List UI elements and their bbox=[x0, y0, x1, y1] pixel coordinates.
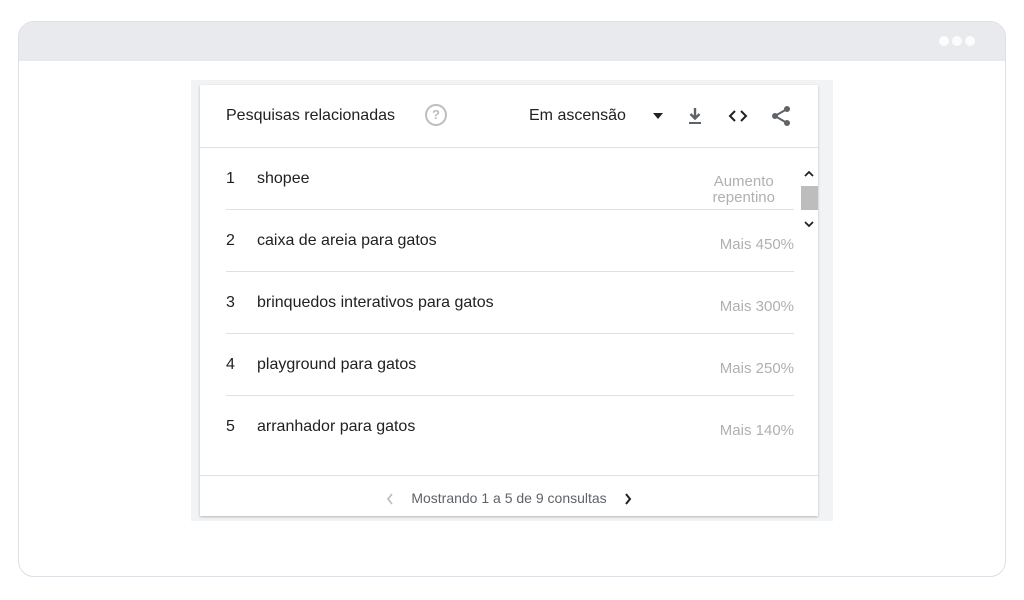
filter-dropdown-label[interactable]: Em ascensão bbox=[529, 107, 626, 125]
window-dot[interactable] bbox=[952, 36, 962, 46]
help-icon[interactable]: ? bbox=[425, 104, 447, 126]
query-row[interactable]: 1 shopee Aumento repentino bbox=[226, 148, 794, 210]
browser-window: Pesquisas relacionadas ? Em ascensão 1 s… bbox=[18, 21, 1006, 577]
query-row[interactable]: 4 playground para gatos Mais 250% bbox=[226, 334, 794, 396]
card-header: Pesquisas relacionadas ? Em ascensão bbox=[200, 85, 818, 148]
window-dot[interactable] bbox=[965, 36, 975, 46]
pagination: Mostrando 1 a 5 de 9 consultas bbox=[200, 490, 818, 506]
row-value: Mais 250% bbox=[719, 360, 794, 377]
row-value: Mais 140% bbox=[719, 422, 794, 439]
pagination-footer: Mostrando 1 a 5 de 9 consultas bbox=[200, 475, 818, 516]
scroll-down-icon[interactable] bbox=[803, 219, 815, 229]
query-row[interactable]: 2 caixa de areia para gatos Mais 450% bbox=[226, 210, 794, 272]
browser-title-bar bbox=[19, 22, 1005, 61]
row-value: Aumento repentino bbox=[712, 174, 775, 206]
share-icon[interactable] bbox=[770, 105, 792, 127]
download-icon[interactable] bbox=[684, 105, 706, 127]
chevron-left-icon[interactable] bbox=[385, 492, 395, 506]
window-dot[interactable] bbox=[939, 36, 949, 46]
scroll-thumb[interactable] bbox=[801, 186, 818, 210]
related-queries-card: Pesquisas relacionadas ? Em ascensão 1 s… bbox=[200, 85, 818, 516]
row-query[interactable]: arranhador para gatos bbox=[257, 418, 415, 436]
row-rank: 3 bbox=[226, 294, 235, 311]
embed-code-icon[interactable] bbox=[727, 105, 749, 127]
row-query[interactable]: playground para gatos bbox=[257, 356, 416, 374]
query-row[interactable]: 3 brinquedos interativos para gatos Mais… bbox=[226, 272, 794, 334]
row-value: Mais 450% bbox=[719, 236, 794, 253]
row-rank: 2 bbox=[226, 232, 235, 249]
scrollbar[interactable] bbox=[801, 169, 818, 229]
scroll-up-icon[interactable] bbox=[803, 169, 815, 179]
dropdown-arrow-icon[interactable] bbox=[653, 113, 663, 119]
chevron-right-icon[interactable] bbox=[623, 492, 633, 506]
row-rank: 4 bbox=[226, 356, 235, 373]
row-value-line1: Aumento bbox=[713, 173, 774, 190]
window-controls bbox=[939, 36, 975, 46]
row-query[interactable]: brinquedos interativos para gatos bbox=[257, 294, 494, 312]
query-row[interactable]: 5 arranhador para gatos Mais 140% bbox=[226, 396, 794, 457]
row-value: Mais 300% bbox=[719, 298, 794, 315]
pagination-text: Mostrando 1 a 5 de 9 consultas bbox=[411, 490, 607, 506]
row-rank: 5 bbox=[226, 418, 235, 435]
row-value-line2: repentino bbox=[712, 189, 775, 206]
row-query[interactable]: caixa de areia para gatos bbox=[257, 232, 437, 250]
row-query[interactable]: shopee bbox=[257, 170, 310, 188]
card-title: Pesquisas relacionadas bbox=[226, 107, 395, 124]
row-rank: 1 bbox=[226, 170, 235, 187]
